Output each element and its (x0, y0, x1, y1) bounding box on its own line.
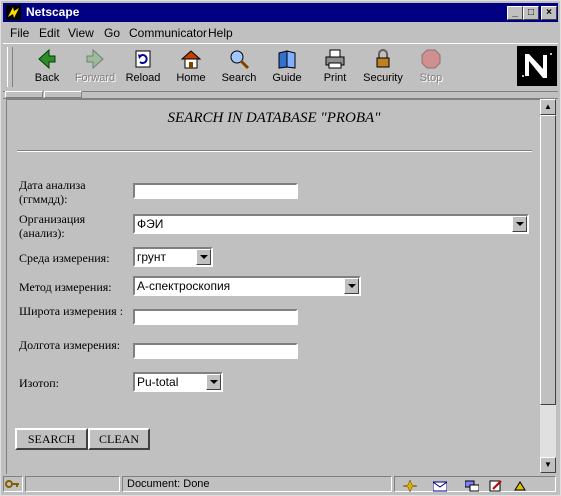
isotope-value: Pu-total (137, 375, 179, 389)
security-label: Security (363, 72, 403, 84)
collapsed-toolbar-tab[interactable] (5, 91, 43, 98)
medium-value: грунт (137, 250, 167, 264)
method-value: А-спектроскопия (137, 279, 231, 293)
netscape-app-icon (6, 5, 21, 20)
printer-icon (325, 49, 345, 69)
print-label: Print (323, 72, 347, 84)
medium-label: Среда измерения: (19, 251, 110, 265)
horizontal-rule (17, 150, 532, 152)
page-content: SEARCH IN DATABASE "PROBA" Дата анализа … (6, 99, 541, 474)
menu-go[interactable]: Go (104, 26, 120, 40)
scroll-down-button[interactable]: ▼ (540, 457, 556, 473)
chevron-down-icon[interactable] (512, 216, 527, 232)
latitude-label: Широта измерения : (19, 304, 124, 318)
stop-button[interactable]: Stop (407, 48, 455, 88)
scroll-thumb[interactable] (540, 115, 556, 405)
search-icon (230, 50, 250, 70)
composer-icon[interactable] (489, 480, 503, 492)
guide-label: Guide (272, 72, 302, 84)
method-label: Метод измерения: (19, 280, 112, 294)
forward-label: Forward (74, 72, 116, 84)
back-arrow-icon (38, 48, 56, 70)
menu-communicator[interactable]: Communicator (129, 26, 207, 40)
search-button[interactable]: Search (215, 48, 263, 88)
clean-button[interactable]: CLEAN (88, 428, 150, 450)
organization-label: Организация (анализ): (19, 212, 86, 240)
browser-window: Netscape _ □ × File Edit View Go Communi… (0, 0, 561, 496)
guide-button[interactable]: Guide (263, 48, 311, 88)
reload-button[interactable]: Reload (119, 48, 167, 88)
progress-cell (25, 476, 120, 492)
medium-select[interactable]: грунт (133, 247, 213, 267)
chevron-down-icon[interactable] (344, 278, 359, 294)
longitude-input[interactable] (133, 343, 298, 359)
forward-arrow-icon (86, 48, 104, 70)
home-label: Home (176, 72, 206, 84)
menu-view[interactable]: View (68, 26, 94, 40)
print-button[interactable]: Print (311, 48, 359, 88)
latitude-input[interactable] (133, 309, 298, 325)
home-button[interactable]: Home (167, 48, 215, 88)
menu-file[interactable]: File (10, 26, 29, 40)
method-select[interactable]: А-спектроскопия (133, 276, 361, 296)
isotope-select[interactable]: Pu-total (133, 372, 223, 392)
date-input[interactable] (133, 183, 298, 199)
forward-button[interactable]: Forward (71, 48, 119, 88)
vertical-scrollbar[interactable]: ▲ ▼ (540, 99, 556, 473)
scroll-up-button[interactable]: ▲ (540, 99, 556, 115)
organization-select[interactable]: ФЭИ (133, 214, 529, 234)
toolbar-grip[interactable] (7, 47, 13, 87)
broken-key-icon (5, 480, 19, 488)
navigator-icon[interactable] (403, 480, 417, 492)
stop-label: Stop (419, 72, 443, 84)
stop-icon (421, 49, 441, 69)
security-status-cell[interactable] (3, 476, 23, 492)
collapsed-toolbar-tabs (3, 90, 558, 99)
window-title: Netscape (26, 5, 80, 19)
reload-label: Reload (125, 72, 161, 84)
date-label: Дата анализа (ггммдд): (19, 178, 86, 206)
organization-value: ФЭИ (137, 217, 164, 231)
discussions-icon[interactable] (465, 480, 479, 492)
status-bar: Document: Done (3, 475, 558, 494)
mail-icon[interactable] (433, 480, 447, 492)
chevron-down-icon[interactable] (206, 374, 221, 390)
title-bar: Netscape _ □ × (3, 3, 558, 22)
search-submit-button[interactable]: SEARCH (15, 428, 88, 450)
close-button[interactable]: × (541, 6, 557, 20)
status-text: Document: Done (122, 476, 392, 492)
minimize-button[interactable]: _ (507, 6, 523, 20)
isotope-label: Изотоп: (19, 376, 60, 390)
back-label: Back (34, 72, 60, 84)
search-label: Search (221, 72, 257, 84)
menu-bar: File Edit View Go Communicator Help (3, 23, 558, 42)
back-button[interactable]: Back (23, 48, 71, 88)
guide-icon (278, 50, 296, 69)
navigation-toolbar: Back Forward Reload Home Search Guide Pr… (3, 43, 558, 92)
home-icon (180, 50, 202, 69)
collapsed-toolbar-tab[interactable] (44, 91, 82, 98)
page-heading: SEARCH IN DATABASE "PROBA" (167, 110, 381, 126)
netscape-logo[interactable] (517, 46, 557, 86)
component-bar (394, 476, 556, 492)
chevron-down-icon[interactable] (196, 249, 211, 265)
longitude-label: Долгота измерения: (19, 338, 121, 352)
netscape-n-icon (517, 46, 557, 86)
reload-icon (135, 50, 151, 68)
padlock-icon (376, 49, 390, 68)
maximize-button[interactable]: □ (523, 6, 539, 20)
aim-icon[interactable] (513, 480, 527, 492)
security-button[interactable]: Security (359, 48, 407, 88)
menu-help[interactable]: Help (208, 26, 233, 40)
menu-edit[interactable]: Edit (39, 26, 60, 40)
